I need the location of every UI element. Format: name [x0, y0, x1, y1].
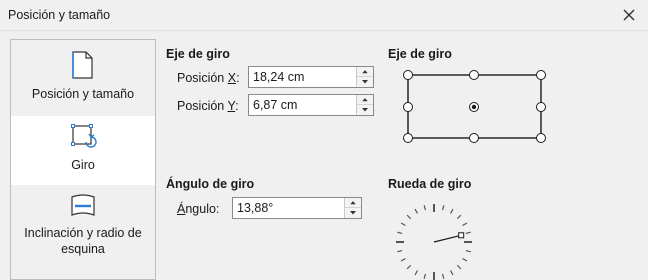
angle-value: 13,88°	[237, 201, 274, 215]
wheel-tick	[423, 273, 427, 279]
position-size-icon	[72, 51, 93, 79]
sidebar-item-label: Giro	[71, 158, 95, 172]
wheel-tick	[462, 222, 468, 227]
pivot-handle-top-right[interactable]	[536, 70, 546, 80]
pivot-x-field[interactable]: 18,24 cm	[248, 66, 374, 88]
wheel-tick	[406, 264, 412, 270]
wheel-tick	[456, 214, 462, 220]
pivot-handle-bottom-center[interactable]	[469, 133, 479, 143]
dialog-title: Posición y tamaño	[8, 8, 111, 22]
rotation-icon	[71, 124, 97, 148]
pivot-group-title: Eje de giro	[166, 47, 230, 61]
pivot-handle-middle-left[interactable]	[403, 102, 413, 112]
pivot-handle-bottom-left[interactable]	[403, 133, 413, 143]
wheel-tick	[400, 222, 406, 227]
dialog-titlebar: Posición y tamaño	[0, 0, 648, 31]
wheel-tick	[397, 249, 403, 253]
sidebar-item-rotation[interactable]: Giro	[11, 116, 155, 185]
pivot-x-value: 18,24 cm	[253, 70, 305, 84]
wheel-knob[interactable]	[458, 232, 465, 239]
rotation-wheel[interactable]	[390, 198, 480, 280]
slant-icon	[71, 194, 95, 216]
pivot-handle-bottom-right[interactable]	[536, 133, 546, 143]
wheel-tick	[456, 264, 462, 270]
wheel-tick	[441, 205, 445, 211]
spin-down-icon[interactable]	[357, 77, 373, 87]
pivot-point-picker[interactable]	[398, 66, 550, 146]
pivot-handle-top-center[interactable]	[469, 70, 479, 80]
wheel-tick	[465, 231, 471, 235]
spin-down-icon[interactable]	[357, 105, 373, 115]
wheel-tick	[397, 231, 403, 235]
pivot-handle-top-left[interactable]	[403, 70, 413, 80]
spin-up-icon[interactable]	[357, 95, 373, 105]
sidebar-item-label: Posición y tamaño	[31, 87, 135, 101]
wheel-tick	[414, 270, 419, 276]
sidebar-item-slant[interactable]: Inclinación y radio de esquina	[11, 185, 155, 279]
close-icon[interactable]	[620, 6, 638, 24]
angle-label: Ángulo:	[177, 202, 220, 216]
angle-group-title: Ángulo de giro	[166, 177, 255, 191]
wheel-tick	[414, 208, 419, 214]
wheel-group-title: Rueda de giro	[388, 177, 472, 191]
wheel-tick	[400, 257, 406, 262]
wheel-hand	[433, 234, 462, 243]
wheel-tick	[449, 208, 454, 214]
pivot-y-field[interactable]: 6,87 cm	[248, 94, 374, 116]
wheel-tick	[423, 205, 427, 211]
spin-down-icon[interactable]	[345, 208, 361, 218]
sidebar-nav: Posición y tamaño Giro Inclinación y rad…	[10, 39, 156, 280]
sidebar-item-label: Inclinación y radio de esquina	[24, 226, 142, 256]
pivot-handle-center[interactable]	[469, 102, 479, 112]
pivot-y-label: Posición Y:	[177, 99, 239, 113]
wheel-tick	[449, 270, 454, 276]
spin-up-icon[interactable]	[357, 67, 373, 77]
pivot-y-value: 6,87 cm	[253, 98, 298, 112]
pivot-picker-title: Eje de giro	[388, 47, 452, 61]
angle-field[interactable]: 13,88°	[232, 197, 362, 219]
sidebar-item-position-size[interactable]: Posición y tamaño	[11, 40, 155, 116]
wheel-tick	[462, 257, 468, 262]
spin-up-icon[interactable]	[345, 198, 361, 208]
pivot-handle-middle-right[interactable]	[536, 102, 546, 112]
wheel-tick	[406, 214, 412, 220]
wheel-tick	[441, 273, 445, 279]
pivot-x-label: Posición X:	[177, 71, 240, 85]
wheel-tick	[465, 249, 471, 253]
